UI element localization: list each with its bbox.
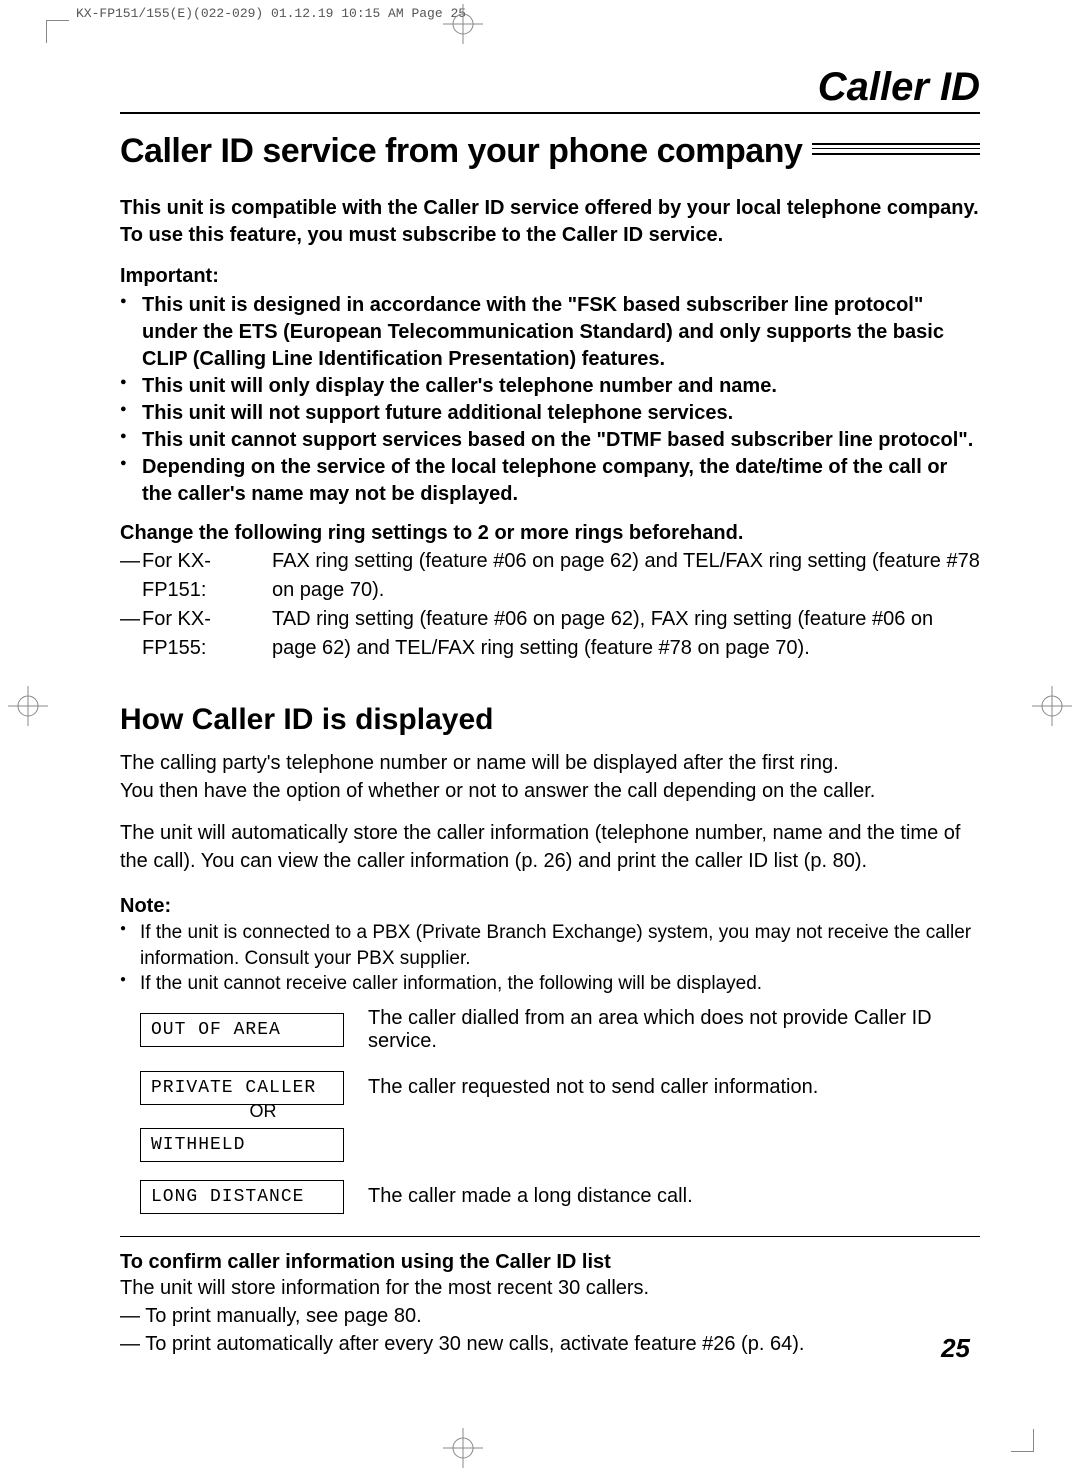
- display-row: WITHHELD: [140, 1128, 980, 1162]
- crop-mark-bottom-right: [1011, 1429, 1034, 1452]
- confirm-dash-item: — To print automatically after every 30 …: [120, 1330, 980, 1358]
- ring-settings-list: — For KX-FP151: FAX ring setting (featur…: [120, 547, 980, 663]
- lcd-display-box: PRIVATE CALLER: [140, 1071, 344, 1105]
- page-title: Caller ID service from your phone compan…: [120, 132, 802, 171]
- bullet-item: This unit will not support future additi…: [120, 400, 980, 427]
- confirm-heading: To confirm caller information using the …: [120, 1236, 980, 1274]
- registration-mark-right: [1032, 686, 1072, 726]
- bullet-item: Depending on the service of the local te…: [120, 454, 980, 508]
- lcd-display-box: WITHHELD: [140, 1128, 344, 1162]
- note-bullet-list: If the unit is connected to a PBX (Priva…: [120, 920, 980, 997]
- display-row: OUT OF AREA The caller dialled from an a…: [140, 1007, 980, 1053]
- display-description: The caller made a long distance call.: [368, 1185, 693, 1208]
- important-label: Important:: [120, 265, 980, 288]
- note-item: If the unit is connected to a PBX (Priva…: [120, 920, 980, 971]
- title-rule-decoration: [812, 143, 980, 155]
- registration-mark-left: [8, 686, 48, 726]
- lcd-display-table: OUT OF AREA The caller dialled from an a…: [140, 1007, 980, 1214]
- page-number: 25: [941, 1333, 970, 1364]
- bullet-item: This unit will only display the caller's…: [120, 373, 980, 400]
- display-row: LONG DISTANCE The caller made a long dis…: [140, 1180, 980, 1214]
- ring-item-text: FAX ring setting (feature #06 on page 62…: [272, 547, 980, 605]
- display-description: The caller requested not to send caller …: [368, 1076, 818, 1099]
- body-paragraph: The unit will automatically store the ca…: [120, 819, 980, 875]
- page-content: Caller ID Caller ID service from your ph…: [120, 65, 980, 1358]
- bullet-item: This unit cannot support services based …: [120, 427, 980, 454]
- body-paragraph: The calling party's telephone number or …: [120, 749, 980, 805]
- sub-heading: How Caller ID is displayed: [120, 703, 980, 737]
- print-job-header: KX-FP151/155(E)(022-029) 01.12.19 10:15 …: [0, 0, 1080, 21]
- ring-item-text: TAD ring setting (feature #06 on page 62…: [272, 605, 980, 663]
- ring-item: — For KX-FP155: TAD ring setting (featur…: [120, 605, 980, 663]
- important-bullet-list: This unit is designed in accordance with…: [120, 292, 980, 508]
- lcd-display-box: LONG DISTANCE: [140, 1180, 344, 1214]
- confirm-dash-item: — To print manually, see page 80.: [120, 1302, 980, 1330]
- note-label: Note:: [120, 895, 980, 918]
- note-item: If the unit cannot receive caller inform…: [120, 971, 980, 997]
- bullet-item: This unit is designed in accordance with…: [120, 292, 980, 373]
- confirm-body: The unit will store information for the …: [120, 1274, 980, 1302]
- model-label: For KX-FP151:: [142, 547, 272, 605]
- display-description: The caller dialled from an area which do…: [368, 1007, 980, 1053]
- ring-item: — For KX-FP151: FAX ring setting (featur…: [120, 547, 980, 605]
- crop-mark-top-left: [46, 20, 69, 43]
- ring-settings-heading: Change the following ring settings to 2 …: [120, 522, 980, 545]
- section-header: Caller ID: [120, 65, 980, 114]
- intro-paragraph: This unit is compatible with the Caller …: [120, 195, 980, 249]
- registration-mark-bottom: [443, 1428, 483, 1468]
- model-label: For KX-FP155:: [142, 605, 272, 663]
- lcd-display-box: OUT OF AREA: [140, 1013, 344, 1047]
- display-row: PRIVATE CALLER The caller requested not …: [140, 1071, 980, 1105]
